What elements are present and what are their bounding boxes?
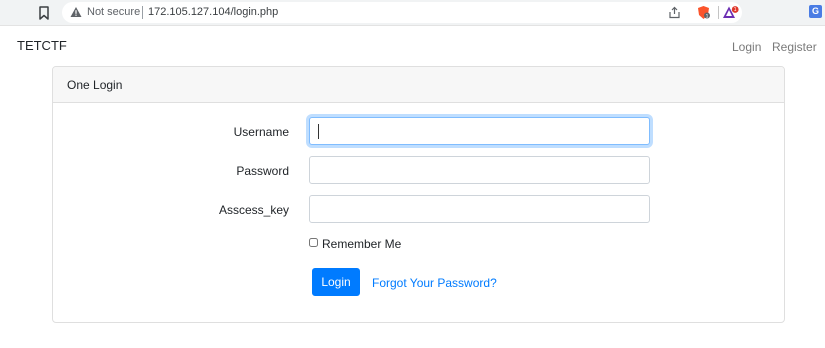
remember-me-label[interactable]: Remember Me [322, 237, 401, 251]
url-text[interactable]: 172.105.127.104/login.php [148, 6, 278, 18]
forgot-password-link[interactable]: Forgot Your Password? [372, 276, 497, 290]
google-translate-icon[interactable]: G [809, 5, 822, 18]
security-status[interactable]: Not secure [87, 6, 140, 18]
extension-divider [718, 6, 719, 19]
card-header: One Login [53, 67, 784, 103]
bookmark-icon[interactable] [36, 5, 52, 21]
address-bar[interactable]: Not secure 172.105.127.104/login.php 1 1 [62, 2, 742, 23]
site-navbar: TETCTF Login Register [0, 26, 825, 66]
brave-rewards-icon[interactable]: 1 [722, 5, 739, 20]
omnibox-divider [142, 6, 143, 19]
username-label: Username [233, 125, 289, 139]
password-label: Password [236, 164, 289, 178]
access-key-label: Asscess_key [218, 203, 289, 217]
login-card: One Login Username Password Asscess_key … [52, 66, 785, 323]
access-key-input[interactable] [309, 195, 650, 223]
remember-me-checkbox[interactable] [309, 238, 318, 247]
browser-toolbar: Not secure 172.105.127.104/login.php 1 1… [0, 0, 825, 26]
login-button[interactable]: Login [312, 268, 360, 296]
card-title: One Login [67, 78, 123, 92]
brand-link[interactable]: TETCTF [17, 38, 67, 53]
brave-badge: 1 [706, 13, 709, 19]
share-icon[interactable] [668, 6, 681, 19]
text-cursor [318, 124, 319, 139]
password-input[interactable] [309, 156, 650, 184]
nav-login-link[interactable]: Login [732, 40, 761, 54]
username-input[interactable] [309, 117, 650, 145]
rewards-badge: 1 [734, 7, 737, 13]
warning-icon[interactable] [70, 6, 82, 18]
brave-shields-icon[interactable]: 1 [696, 5, 711, 20]
nav-register-link[interactable]: Register [772, 40, 817, 54]
